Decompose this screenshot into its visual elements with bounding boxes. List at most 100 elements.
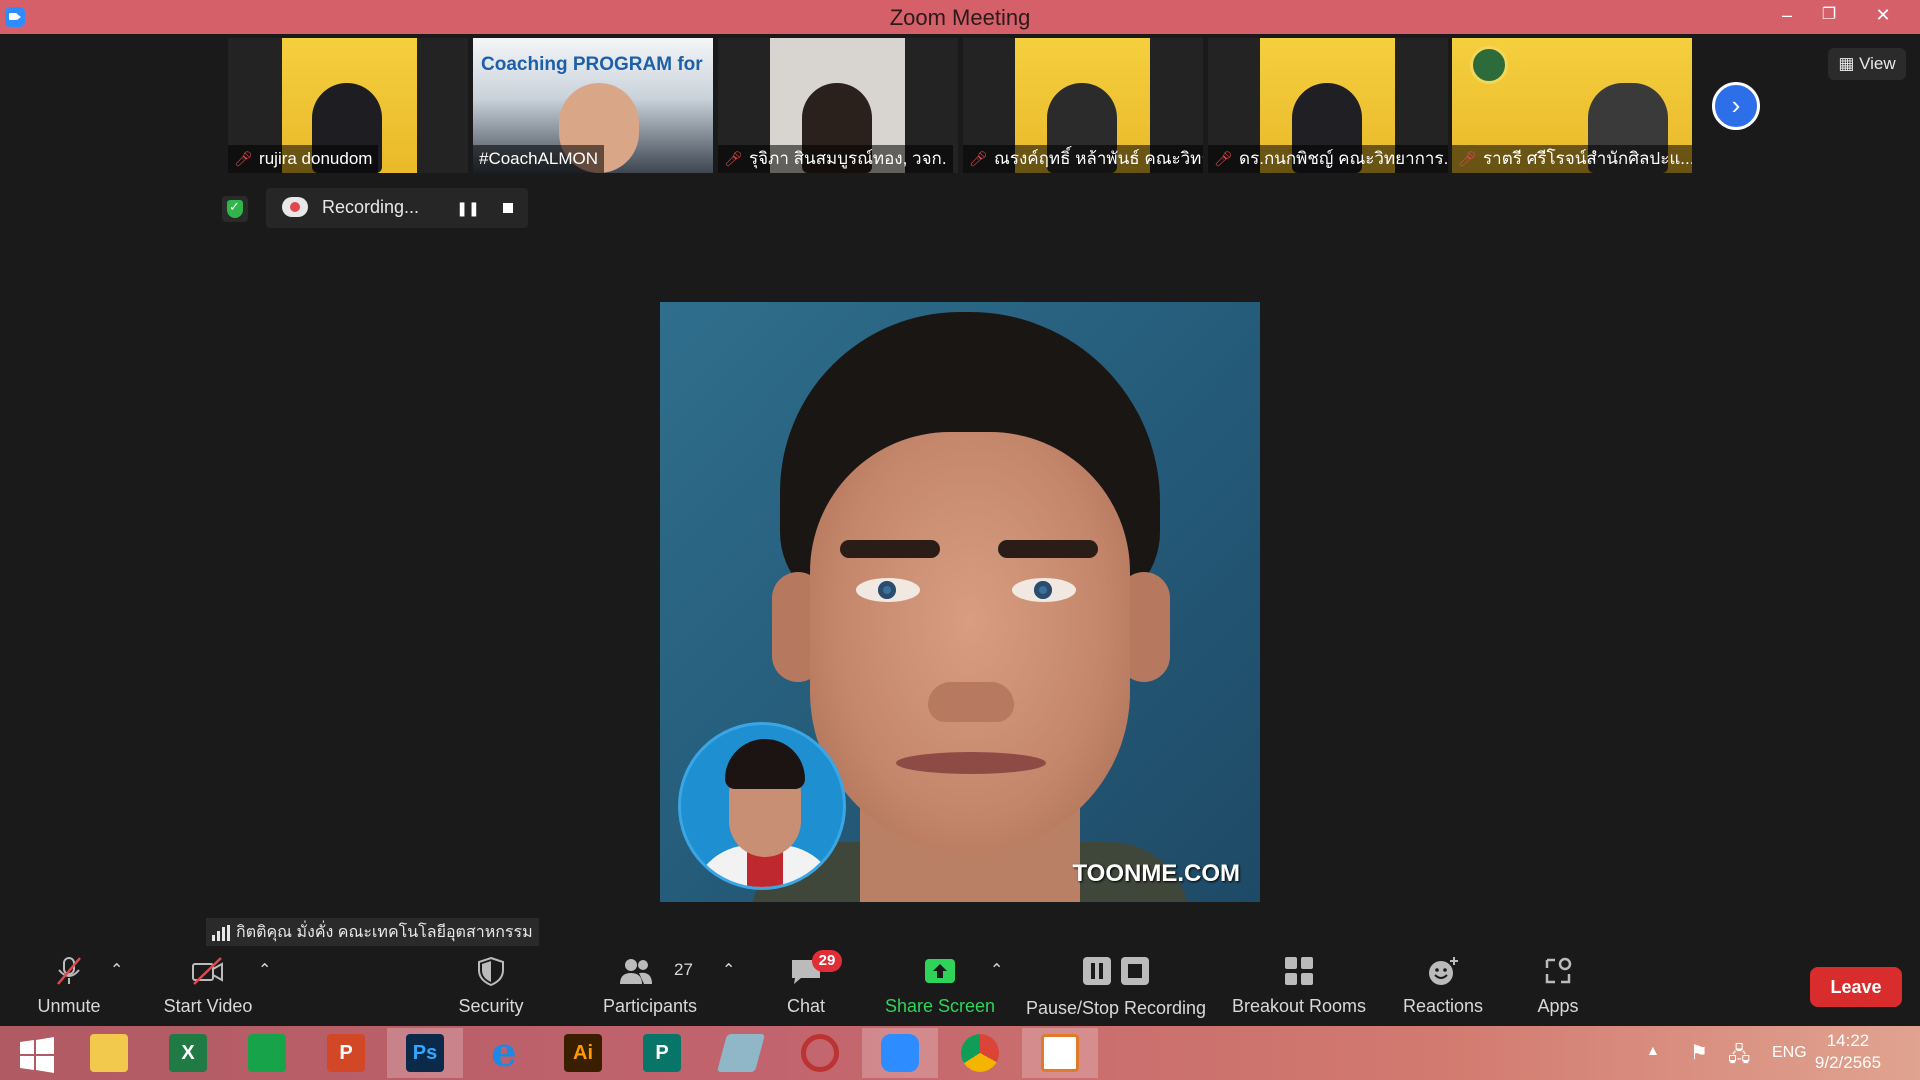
breakout-rooms-button[interactable]: Breakout Rooms bbox=[1228, 946, 1370, 1026]
inset-hair bbox=[725, 739, 805, 789]
pause-recording-button[interactable]: ❚❚ bbox=[456, 196, 480, 220]
apps-button[interactable]: Apps bbox=[1518, 946, 1598, 1026]
video-options-caret[interactable]: ⌃ bbox=[258, 960, 271, 980]
internet-explorer-icon: e bbox=[491, 1029, 517, 1076]
participant-name: ราตรี ศรีโรจน์สำนักศิลปะแ... bbox=[1483, 149, 1692, 168]
breakout-rooms-label: Breakout Rooms bbox=[1231, 996, 1367, 1016]
tray-overflow-icon[interactable]: ▲ bbox=[1646, 1042, 1660, 1058]
security-button[interactable]: Security bbox=[446, 946, 536, 1026]
action-center-flag-icon[interactable]: ⚑ bbox=[1690, 1040, 1708, 1065]
store-bag-icon bbox=[248, 1034, 286, 1072]
inset-photo bbox=[678, 722, 846, 890]
title-bar: Zoom Meeting – ❐ ✕ bbox=[0, 0, 1920, 34]
participants-button[interactable]: Participants bbox=[594, 946, 706, 1026]
eye-right bbox=[1012, 578, 1076, 602]
illustrator-icon: Ai bbox=[564, 1034, 602, 1072]
close-button[interactable]: ✕ bbox=[1860, 0, 1906, 30]
start-video-button[interactable]: Start Video bbox=[150, 946, 266, 1026]
taskbar-app-powerpoint[interactable]: P bbox=[308, 1028, 384, 1078]
participant-tile[interactable]: Coaching PROGRAM for #CoachALMON bbox=[473, 38, 713, 173]
taskbar-app-internet-explorer[interactable]: e bbox=[466, 1028, 542, 1078]
mic-muted-icon: 🎤︎ bbox=[1458, 151, 1478, 168]
share-options-caret[interactable]: ⌃ bbox=[990, 960, 1003, 980]
mic-muted-icon: 🎤︎ bbox=[234, 151, 254, 168]
participant-tile[interactable]: 🎤︎ ดร.กนกพิชญ์ คณะวิทยาการ... bbox=[1208, 38, 1448, 173]
leave-button[interactable]: Leave bbox=[1810, 967, 1902, 1007]
active-speaker-video: TOONME.COM bbox=[660, 302, 1260, 902]
watermark-text: TOONME.COM bbox=[1072, 860, 1240, 887]
chat-label: Chat bbox=[786, 996, 826, 1016]
windows-logo-icon bbox=[20, 1037, 54, 1073]
start-button[interactable] bbox=[0, 1028, 76, 1078]
pause-stop-recording-button[interactable]: Pause/Stop Recording bbox=[1024, 946, 1208, 1026]
audio-options-caret[interactable]: ⌃ bbox=[110, 960, 123, 980]
participants-icon bbox=[620, 959, 652, 984]
taskbar-app-photoscape[interactable] bbox=[782, 1028, 858, 1078]
windows-taskbar: X P Ps e Ai P ▲ ⚑ 🖧︎ ENG 14:22 9/2/2565 bbox=[0, 1026, 1920, 1080]
next-page-button[interactable]: › bbox=[1712, 82, 1760, 130]
participant-tile[interactable]: 🎤︎ rujira donudom bbox=[228, 38, 468, 173]
pause-stop-icon bbox=[1083, 957, 1149, 985]
reactions-button[interactable]: Reactions bbox=[1392, 946, 1494, 1026]
unmute-label: Unmute bbox=[37, 996, 101, 1016]
start-video-label: Start Video bbox=[163, 996, 253, 1016]
restore-button[interactable]: ❐ bbox=[1806, 0, 1852, 30]
participant-name: rujira donudom bbox=[259, 149, 373, 168]
chat-unread-badge: 29 bbox=[812, 950, 842, 972]
taskbar-app-pen-tool[interactable] bbox=[703, 1028, 779, 1078]
participant-name: ดร.กนกพิชญ์ คณะวิทยาการ... bbox=[1239, 149, 1448, 168]
participant-name-bar: 🎤︎ ณรงค์ฤทธิ์ หล้าพันธ์ คณะวิทย์ bbox=[963, 145, 1203, 173]
taskbar-app-chrome[interactable] bbox=[942, 1028, 1018, 1078]
participant-tile[interactable]: 🎤︎ รุจิภา สินสมบูรณ์ทอง, วจก. bbox=[718, 38, 958, 173]
window-title: Zoom Meeting bbox=[889, 5, 1031, 30]
paint-icon bbox=[1041, 1034, 1079, 1072]
taskbar-app-illustrator[interactable]: Ai bbox=[545, 1028, 621, 1078]
participant-name-bar: 🎤︎ ราตรี ศรีโรจน์สำนักศิลปะแ... bbox=[1452, 145, 1692, 173]
taskbar-app-file-explorer[interactable] bbox=[71, 1028, 147, 1078]
excel-icon: X bbox=[169, 1034, 207, 1072]
unmute-button[interactable]: Unmute bbox=[24, 946, 114, 1026]
participant-name: ณรงค์ฤทธิ์ หล้าพันธ์ คณะวิทย์ bbox=[994, 149, 1203, 168]
recording-label: Recording... bbox=[322, 197, 420, 217]
taskbar-app-excel[interactable]: X bbox=[150, 1028, 226, 1078]
pen-tool-icon bbox=[716, 1034, 766, 1072]
security-label: Security bbox=[458, 996, 524, 1016]
zoom-icon bbox=[881, 1034, 919, 1072]
photoscape-icon bbox=[801, 1034, 839, 1072]
mic-muted-icon: 🎤︎ bbox=[969, 151, 989, 168]
participant-name: รุจิภา สินสมบูรณ์ทอง, วจก. bbox=[749, 149, 947, 168]
recording-bar: Recording... ❚❚ bbox=[266, 188, 528, 228]
publisher-icon: P bbox=[643, 1034, 681, 1072]
taskbar-app-store[interactable] bbox=[229, 1028, 305, 1078]
taskbar-app-photoshop[interactable]: Ps bbox=[387, 1028, 463, 1078]
reactions-label: Reactions bbox=[1402, 996, 1484, 1016]
participant-tile[interactable]: 🎤︎ ณรงค์ฤทธิ์ หล้าพันธ์ คณะวิทย์ bbox=[963, 38, 1203, 173]
participant-name-bar: 🎤︎ rujira donudom bbox=[228, 145, 379, 173]
folder-icon bbox=[90, 1034, 128, 1072]
university-logo bbox=[1470, 46, 1508, 84]
system-clock[interactable]: 14:22 9/2/2565 bbox=[1798, 1030, 1898, 1074]
view-button[interactable]: ▦ View bbox=[1828, 48, 1906, 80]
clock-date: 9/2/2565 bbox=[1814, 1053, 1882, 1072]
taskbar-app-publisher[interactable]: P bbox=[624, 1028, 700, 1078]
mic-muted-icon bbox=[57, 957, 81, 985]
photoshop-icon: Ps bbox=[406, 1034, 444, 1072]
reactions-icon bbox=[1429, 957, 1458, 985]
participants-count: 27 bbox=[674, 960, 693, 979]
face bbox=[810, 432, 1130, 852]
view-label: View bbox=[1859, 54, 1896, 73]
stop-recording-button[interactable] bbox=[496, 196, 520, 220]
video-off-icon bbox=[192, 957, 223, 985]
shield-icon bbox=[478, 956, 504, 986]
encryption-shield-icon[interactable] bbox=[222, 196, 248, 222]
eye-left bbox=[856, 578, 920, 602]
participant-name: #CoachALMON bbox=[479, 149, 599, 168]
taskbar-app-zoom[interactable] bbox=[862, 1028, 938, 1078]
share-screen-button[interactable]: Share Screen bbox=[880, 946, 1000, 1026]
participants-options-caret[interactable]: ⌃ bbox=[722, 960, 735, 980]
taskbar-app-paint[interactable] bbox=[1022, 1028, 1098, 1078]
network-icon[interactable]: 🖧︎ bbox=[1728, 1040, 1750, 1074]
participant-tile[interactable]: 🎤︎ ราตรี ศรีโรจน์สำนักศิลปะแ... bbox=[1452, 38, 1692, 173]
minimize-button[interactable]: – bbox=[1764, 0, 1810, 30]
meeting-toolbar: Unmute ⌃ Start Video ⌃ Security Particip… bbox=[0, 946, 1920, 1026]
